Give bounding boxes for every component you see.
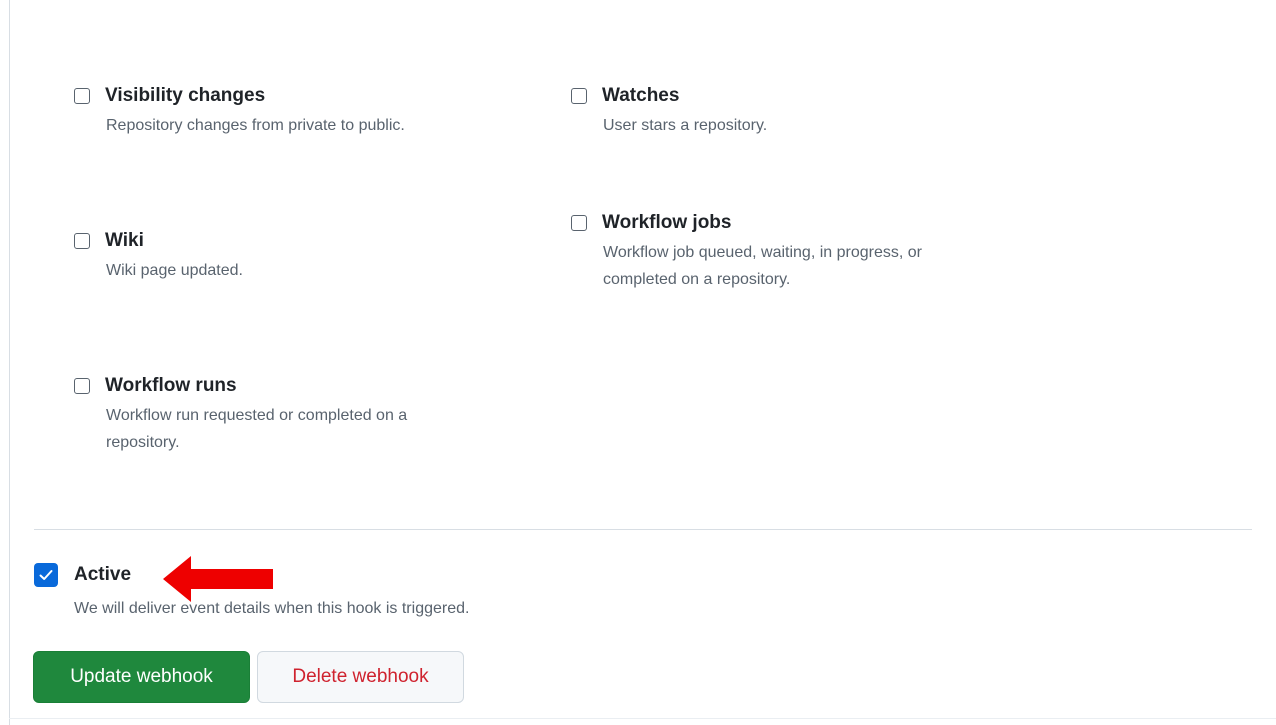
- event-title: Visibility changes: [105, 85, 266, 106]
- update-webhook-button[interactable]: Update webhook: [33, 651, 250, 703]
- event-wiki: Wiki Wiki page updated.: [74, 227, 243, 284]
- event-description-line: Workflow job queued, waiting, in progres…: [603, 244, 922, 261]
- event-description-line: completed on a repository.: [603, 271, 791, 288]
- event-workflow-runs: Workflow runs Workflow run requested or …: [74, 372, 407, 456]
- workflow-jobs-checkbox[interactable]: [571, 215, 587, 231]
- event-description: Wiki page updated.: [106, 262, 243, 279]
- watches-checkbox[interactable]: [571, 88, 587, 104]
- webhook-settings-page: Visibility changes Repository changes fr…: [0, 0, 1276, 725]
- bottom-border: [9, 718, 1276, 719]
- event-title: Watches: [602, 85, 680, 106]
- event-watches-head[interactable]: Watches: [571, 82, 767, 110]
- event-workflow-runs-head[interactable]: Workflow runs: [74, 372, 407, 400]
- event-description-line: repository.: [106, 434, 180, 451]
- event-title: Workflow runs: [105, 375, 237, 396]
- red-arrow-icon: [163, 556, 273, 602]
- event-workflow-jobs: Workflow jobs Workflow job queued, waiti…: [571, 209, 922, 293]
- event-workflow-jobs-head[interactable]: Workflow jobs: [571, 209, 922, 237]
- event-title: Workflow jobs: [602, 212, 732, 233]
- event-description: User stars a repository.: [603, 117, 768, 134]
- event-description: Repository changes from private to publi…: [106, 117, 405, 134]
- delete-webhook-button[interactable]: Delete webhook: [257, 651, 464, 703]
- active-option[interactable]: Active: [34, 561, 131, 589]
- wiki-checkbox[interactable]: [74, 233, 90, 249]
- section-divider: [34, 529, 1252, 530]
- event-watches: Watches User stars a repository.: [571, 82, 767, 139]
- event-description: Workflow run requested or completed on a…: [106, 402, 407, 456]
- event-visibility-changes-head[interactable]: Visibility changes: [74, 82, 405, 110]
- event-title: Wiki: [105, 230, 144, 251]
- event-visibility-changes: Visibility changes Repository changes fr…: [74, 82, 405, 139]
- active-label: Active: [74, 564, 132, 585]
- left-border: [9, 0, 10, 725]
- event-description: Workflow job queued, waiting, in progres…: [603, 239, 922, 293]
- event-description-line: Workflow run requested or completed on a: [106, 407, 408, 424]
- workflow-runs-checkbox[interactable]: [74, 378, 90, 394]
- visibility-changes-checkbox[interactable]: [74, 88, 90, 104]
- event-wiki-head[interactable]: Wiki: [74, 227, 243, 255]
- active-checkbox[interactable]: [34, 563, 58, 587]
- check-icon: [39, 570, 53, 580]
